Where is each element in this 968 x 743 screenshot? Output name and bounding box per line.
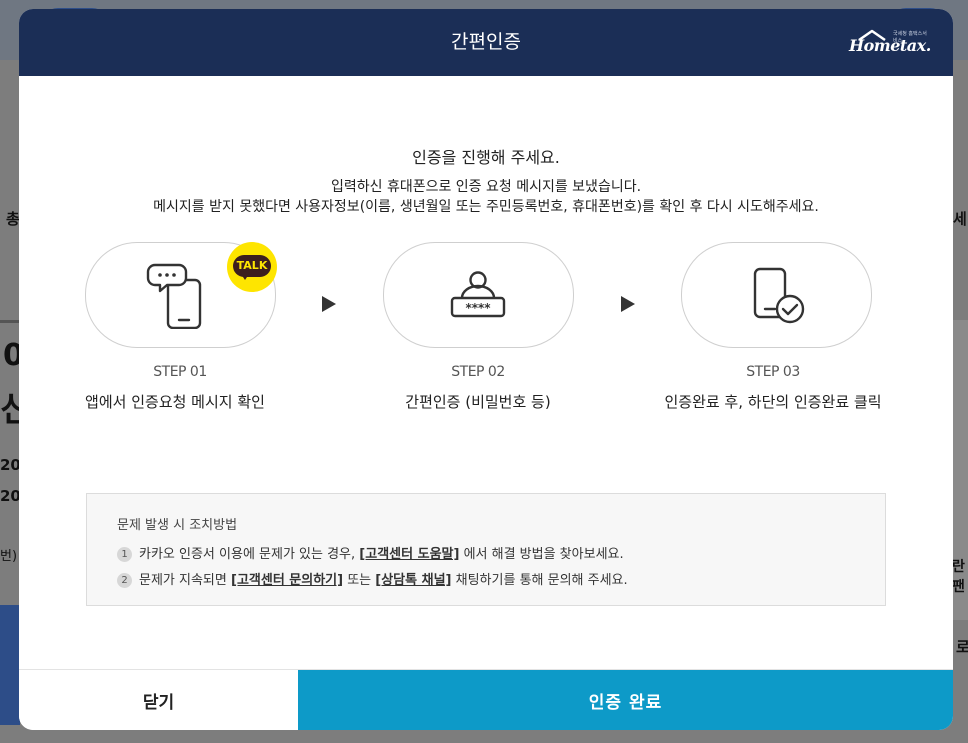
- password-user-icon: ****: [450, 271, 506, 318]
- troubleshoot-item: 2 문제가 지속되면 [고객센터 문의하기] 또는 [상담톡 채널] 채팅하기를 …: [117, 569, 628, 588]
- background-text: 20: [0, 456, 21, 474]
- item-text: 카카오 인증서 이용에 문제가 있는 경우,: [139, 547, 360, 562]
- instruction-line: 메시지를 받지 못했다면 사용자정보(이름, 생년월일 또는 주민등록번호, 휴…: [153, 199, 819, 215]
- step-arrow-icon: [621, 296, 635, 312]
- step-1-label: STEP 01: [153, 364, 207, 380]
- background-text: 란팬: [952, 559, 965, 595]
- simple-auth-modal: 간편인증 국세청 홈택스서비스 Hometax. 인증을 진행해 주세요. 입력…: [19, 9, 953, 730]
- background-text: 번): [0, 549, 18, 564]
- item-text: 또는: [343, 573, 376, 588]
- close-button[interactable]: 닫기: [19, 670, 298, 730]
- auth-complete-button[interactable]: 인증 완료: [298, 670, 953, 730]
- item-text: 문제가 지속되면: [139, 573, 231, 588]
- item-number: 1: [117, 547, 132, 562]
- background-text: 로: [956, 638, 968, 656]
- auth-instructions: 입력하신 휴대폰으로 인증 요청 메시지를 보냈습니다. 메시지를 받지 못했다…: [19, 177, 953, 217]
- chat-phone-icon: [146, 263, 202, 329]
- step-1-description: 앱에서 인증요청 메시지 확인: [85, 393, 265, 411]
- modal-title: 간편인증: [451, 31, 521, 53]
- item-text: 채팅하기를 통해 문의해 주세요.: [451, 573, 628, 588]
- step-2-description: 간편인증 (비밀번호 등): [405, 393, 551, 411]
- kakao-talk-badge: TALK: [227, 242, 277, 292]
- logo-text: Hometax.: [849, 36, 931, 55]
- help-center-link[interactable]: [고객센터 도움말]: [359, 547, 459, 562]
- hometax-logo: 국세청 홈택스서비스 Hometax.: [849, 29, 931, 61]
- modal-header: 간편인증 국세청 홈택스서비스 Hometax.: [19, 9, 953, 76]
- step-2-label: STEP 02: [451, 364, 505, 380]
- talk-badge-label: TALK: [233, 255, 271, 277]
- background-text: 세: [953, 210, 967, 228]
- phone-check-icon: [753, 267, 805, 324]
- background-block-left: [0, 605, 20, 725]
- background-text: 총: [6, 210, 20, 228]
- contact-support-link[interactable]: [고객센터 문의하기]: [231, 573, 343, 588]
- item-number: 2: [117, 573, 132, 588]
- svg-text:****: ****: [465, 301, 491, 315]
- step-3-description: 인증완료 후, 하단의 인증완료 클릭: [664, 393, 882, 411]
- background-text: 20: [0, 487, 21, 505]
- troubleshoot-item: 1 카카오 인증서 이용에 문제가 있는 경우, [고객센터 도움말] 에서 해결…: [117, 543, 624, 562]
- talk-bubble-tail-icon: [241, 274, 249, 280]
- step-2-card: ****: [383, 242, 574, 348]
- item-text: 에서 해결 방법을 찾아보세요.: [459, 547, 624, 562]
- instruction-line: 입력하신 휴대폰으로 인증 요청 메시지를 보냈습니다.: [330, 179, 642, 195]
- auth-prompt: 인증을 진행해 주세요.: [412, 148, 560, 167]
- step-3-label: STEP 03: [746, 364, 800, 380]
- background-divider: [0, 320, 20, 323]
- step-3-card: [681, 242, 872, 348]
- troubleshoot-box: 문제 발생 시 조치방법 1 카카오 인증서 이용에 문제가 있는 경우, [고객…: [86, 493, 886, 606]
- step-arrow-icon: [322, 296, 336, 312]
- chat-channel-link[interactable]: [상담톡 채널]: [375, 573, 451, 588]
- modal-footer: 닫기 인증 완료: [19, 669, 953, 730]
- troubleshoot-title: 문제 발생 시 조치방법: [117, 518, 238, 533]
